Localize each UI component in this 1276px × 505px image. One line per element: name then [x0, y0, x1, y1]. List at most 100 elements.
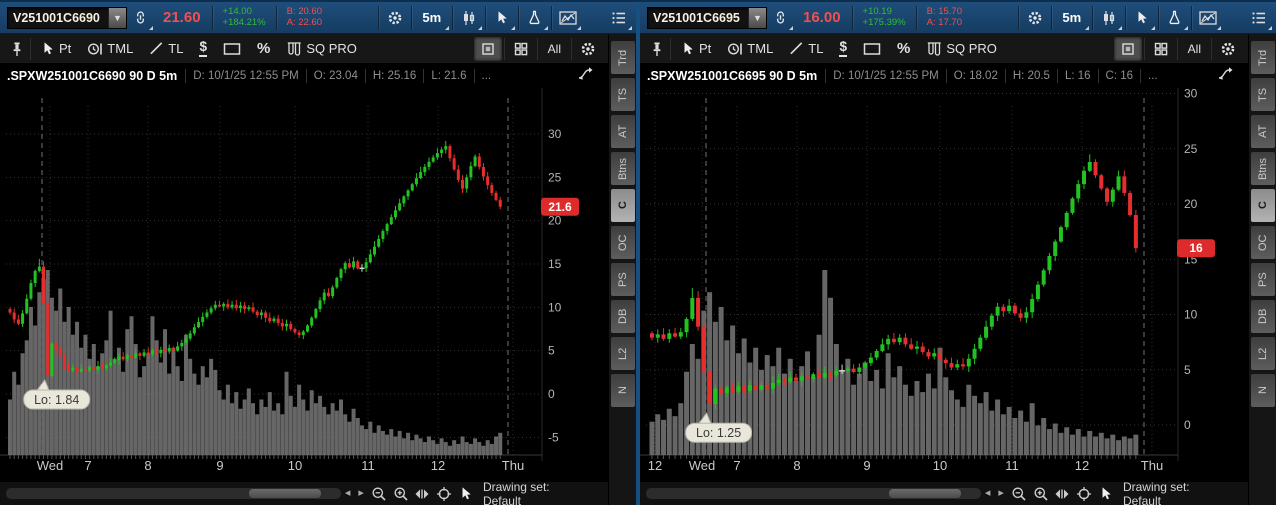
chart-settings-gear-icon[interactable]	[382, 6, 408, 30]
sq-pro-button[interactable]: SQ PRO	[918, 37, 1005, 61]
chart-status-bar: ◂ ▸ Drawing set: Default	[640, 481, 1248, 505]
price-chart[interactable]: 302520151050-5Wed789101112Thu21.6Lo: 1.8…	[0, 88, 608, 481]
restore-icon[interactable]	[1216, 66, 1234, 86]
chart-menu-icon[interactable]	[1246, 6, 1272, 30]
svg-text:7: 7	[733, 458, 740, 473]
expand-horizontal-icon[interactable]	[412, 484, 434, 504]
gadget-tab-db[interactable]: DB	[1251, 300, 1275, 333]
gadget-tab-ps[interactable]: PS	[1251, 263, 1275, 296]
symbol-input[interactable]: V251001C6690 ▼	[7, 7, 127, 29]
scrollbar-thumb[interactable]	[889, 489, 961, 498]
cursor-tool-icon[interactable]	[1129, 6, 1155, 30]
toolbar-gear-icon[interactable]	[574, 37, 602, 61]
gadget-tab-at[interactable]: AT	[1251, 115, 1275, 148]
timeline-tool-button[interactable]: TML	[79, 37, 141, 61]
expand-horizontal-icon[interactable]	[1052, 484, 1074, 504]
gadget-tab-c[interactable]: C	[611, 189, 635, 222]
scroll-left-icon[interactable]: ◂	[341, 488, 355, 499]
symbol-input[interactable]: V251001C6695 ▼	[647, 7, 767, 29]
sq-pro-button[interactable]: SQ PRO	[278, 37, 365, 61]
pin-drawing-toolbar-button[interactable]	[6, 37, 28, 61]
chart-scrollbar[interactable]	[646, 488, 981, 499]
pointer-icon[interactable]	[455, 484, 477, 504]
gadget-tab-trd[interactable]: Trd	[611, 41, 635, 74]
link-icon[interactable]	[127, 6, 153, 30]
gadget-tab-oc[interactable]: OC	[1251, 226, 1275, 259]
price-level-tool-button[interactable]: $	[191, 37, 215, 61]
crosshair-icon[interactable]	[1073, 484, 1095, 504]
ohlc-segment: H: 25.16	[365, 69, 423, 83]
cursor-tool-icon[interactable]	[489, 6, 515, 30]
change-value: +14.00	[223, 7, 266, 18]
timeframe-selector[interactable]: 5m	[415, 6, 449, 30]
chart-type-candles-icon[interactable]	[456, 6, 482, 30]
patterns-icon[interactable]	[555, 6, 581, 30]
studies-flask-icon[interactable]	[1162, 6, 1188, 30]
zoom-out-icon[interactable]	[1008, 484, 1030, 504]
chart-canvas[interactable]: 302520151050-5Wed789101112Thu21.6Lo: 1.8…	[0, 88, 608, 481]
toolbar-gear-icon[interactable]	[1214, 37, 1242, 61]
gadget-tab-oc[interactable]: OC	[611, 226, 635, 259]
scroll-right-icon[interactable]: ▸	[994, 488, 1008, 499]
chart-scrollbar[interactable]	[6, 488, 341, 499]
symbol-text: V251001C6690	[8, 11, 108, 25]
timeline-tool-button[interactable]: TML	[719, 37, 781, 61]
symbol-dropdown-button[interactable]: ▼	[748, 8, 766, 28]
chart-title: .SPXW251001C6690 90 D 5m	[0, 69, 185, 83]
gadget-tab-ts[interactable]: TS	[611, 78, 635, 111]
scroll-right-icon[interactable]: ▸	[354, 488, 368, 499]
scrollbar-thumb[interactable]	[249, 489, 321, 498]
timeframe-selector[interactable]: 5m	[1055, 6, 1089, 30]
link-icon[interactable]	[767, 6, 793, 30]
gadget-tab-c[interactable]: C	[1251, 189, 1275, 222]
pointer-icon[interactable]	[1095, 484, 1117, 504]
gadget-tab-ps[interactable]: PS	[611, 263, 635, 296]
chart-canvas[interactable]: 30252015105012Wed789101112Thu16Lo: 1.25	[640, 88, 1248, 481]
trendline-tool-button[interactable]: TL	[141, 37, 191, 61]
single-chart-layout-button[interactable]	[474, 37, 502, 61]
grid-layout-button[interactable]	[507, 37, 535, 61]
rectangle-tool-button[interactable]	[855, 37, 889, 61]
grid-layout-button[interactable]	[1147, 37, 1175, 61]
single-chart-layout-button[interactable]	[1114, 37, 1142, 61]
restore-icon[interactable]	[576, 66, 594, 86]
price-chart[interactable]: 30252015105012Wed789101112Thu16Lo: 1.25	[640, 88, 1248, 481]
pointer-tool-button[interactable]: Pt	[33, 37, 79, 61]
pin-drawing-toolbar-button[interactable]	[646, 37, 668, 61]
zoom-in-icon[interactable]	[1030, 484, 1052, 504]
crosshair-icon[interactable]	[433, 484, 455, 504]
zoom-out-icon[interactable]	[368, 484, 390, 504]
gadget-tab-db[interactable]: DB	[611, 300, 635, 333]
pointer-tool-button[interactable]: Pt	[673, 37, 719, 61]
studies-flask-icon[interactable]	[522, 6, 548, 30]
chart-settings-gear-icon[interactable]	[1022, 6, 1048, 30]
zoom-in-icon[interactable]	[390, 484, 412, 504]
gadget-tab-btns[interactable]: Btns	[611, 152, 635, 185]
gadget-tab-ts[interactable]: TS	[1251, 78, 1275, 111]
svg-text:10: 10	[933, 458, 947, 473]
drawing-toolbar: Pt TML TL $ % SQ PRO All	[640, 34, 1248, 64]
chart-type-candles-icon[interactable]	[1096, 6, 1122, 30]
patterns-icon[interactable]	[1195, 6, 1221, 30]
gadget-tab-at[interactable]: AT	[611, 115, 635, 148]
chart-menu-icon[interactable]	[606, 6, 632, 30]
gadget-tab-l2[interactable]: L2	[1251, 337, 1275, 370]
drawing-set-selector[interactable]: Drawing set: Default	[1117, 478, 1240, 505]
all-button[interactable]: All	[540, 42, 569, 56]
percent-tool-button[interactable]: %	[889, 37, 918, 61]
symbol-dropdown-button[interactable]: ▼	[108, 8, 126, 28]
scroll-left-icon[interactable]: ◂	[981, 488, 995, 499]
drawing-set-selector[interactable]: Drawing set: Default	[477, 478, 600, 505]
gadget-tab-btns[interactable]: Btns	[1251, 152, 1275, 185]
trendline-tool-button[interactable]: TL	[781, 37, 831, 61]
separator	[378, 6, 379, 30]
gadget-tab-n[interactable]: N	[1251, 374, 1275, 407]
rectangle-tool-button[interactable]	[215, 37, 249, 61]
gadget-tab-l2[interactable]: L2	[611, 337, 635, 370]
gadget-tab-trd[interactable]: Trd	[1251, 41, 1275, 74]
percent-tool-button[interactable]: %	[249, 37, 278, 61]
all-button[interactable]: All	[1180, 42, 1209, 56]
gadget-tab-n[interactable]: N	[611, 374, 635, 407]
ohlc-segment: D: 10/1/25 12:55 PM	[185, 69, 305, 83]
price-level-tool-button[interactable]: $	[831, 37, 855, 61]
